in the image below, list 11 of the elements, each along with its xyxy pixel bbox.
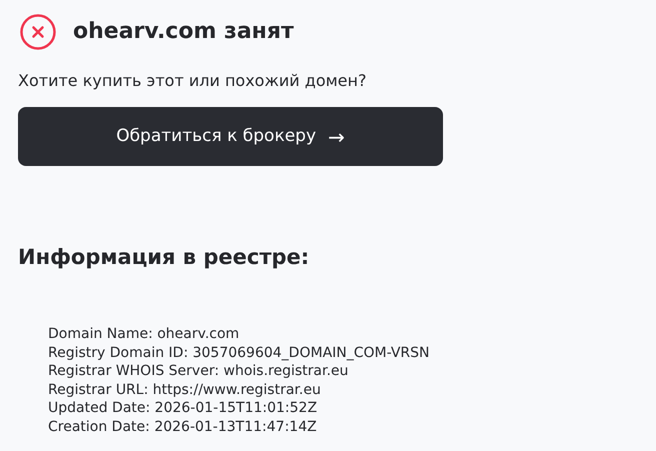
whois-line: Registry Domain ID: 3057069604_DOMAIN_COM-VRSN (48, 344, 431, 362)
question-text: Хотите купить этот или похожий домен? (18, 70, 368, 92)
status-title: ohearv.com занят (73, 18, 294, 46)
broker-button[interactable]: Обратиться к брокеру → (18, 107, 443, 166)
whois-line: Updated Date: 2026-01-15T11:01:52Z (48, 399, 318, 418)
whois-line: Registrar WHOIS Server: whois.registrar.eu (48, 362, 350, 381)
whois-line: Registrar URL: https://www.registrar.eu (48, 380, 322, 400)
close-circle-icon (20, 14, 56, 50)
registry-heading: Информация в реестре: (18, 244, 310, 271)
whois-line: Creation Date: 2026-01-13T11:47:14Z (48, 418, 318, 437)
whois-line: Domain Name: ohearv.com (48, 325, 240, 344)
